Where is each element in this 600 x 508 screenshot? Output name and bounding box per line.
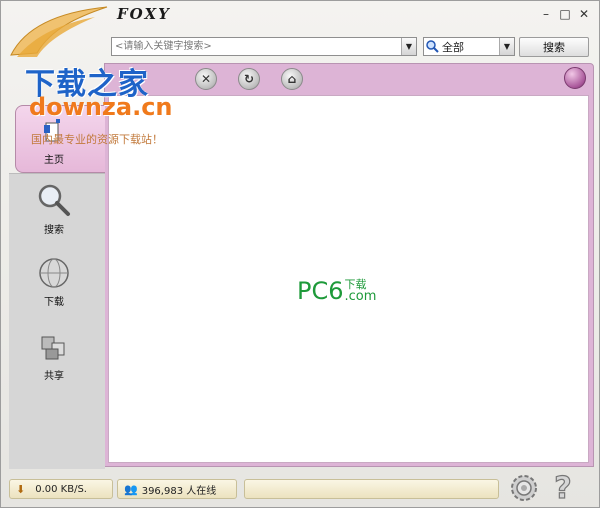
chevron-down-icon[interactable]: ▼ xyxy=(499,38,514,55)
search-scope-select[interactable]: 全部 ▼ xyxy=(423,37,515,56)
pc6-logo-main: PC6 xyxy=(297,277,344,305)
maximize-button[interactable]: □ xyxy=(558,7,572,21)
share-cubes-icon xyxy=(41,336,65,360)
globe-icon[interactable] xyxy=(564,67,586,89)
search-icon xyxy=(426,40,439,53)
download-speed-status: ⬇ 0.00 KB/S. xyxy=(9,479,113,499)
sidebar-item-label: 主页 xyxy=(44,155,64,166)
sidebar-item-home[interactable]: 主页 xyxy=(13,117,95,181)
sidebar-item-label: 搜索 xyxy=(44,225,64,236)
svg-text:?: ? xyxy=(554,471,571,503)
minimize-button[interactable]: – xyxy=(539,7,553,21)
online-users-value: 396,983 人在线 xyxy=(141,485,217,497)
close-button[interactable]: ✕ xyxy=(577,7,591,21)
download-speed-value: 0.00 KB/S. xyxy=(35,483,87,495)
settings-gear-icon[interactable] xyxy=(509,473,539,503)
sidebar-item-share[interactable]: 共享 xyxy=(13,331,95,395)
app-title: FOXY xyxy=(117,5,171,23)
chevron-down-icon: ▼ xyxy=(405,42,413,51)
search-input[interactable]: <请输入关键字搜索> xyxy=(111,37,417,56)
online-users-status: 👥 396,983 人在线 xyxy=(117,479,237,499)
download-globe-icon xyxy=(39,258,69,288)
watermark-slogan: 国内最专业的资源下载站！ xyxy=(31,133,163,146)
magnifier-icon xyxy=(38,184,70,216)
home-button[interactable]: ⌂ xyxy=(281,68,303,90)
app-window: FOXY – □ ✕ <请输入关键字搜索> ▼ 全部 ▼ 搜索 ✕ ↻ ⌂ 主页… xyxy=(0,0,600,508)
window-controls: – □ ✕ xyxy=(539,7,591,21)
arrow-down-icon: ⬇ xyxy=(16,482,26,496)
sidebar-item-label: 下载 xyxy=(44,297,64,308)
help-icon[interactable]: ? xyxy=(547,471,579,503)
refresh-button[interactable]: ↻ xyxy=(238,68,260,90)
pc6-logo: PC6 下载 .com xyxy=(297,279,376,303)
search-button[interactable]: 搜索 xyxy=(519,37,589,57)
refresh-icon: ↻ xyxy=(243,72,255,86)
stop-icon: ✕ xyxy=(200,72,212,86)
stop-button[interactable]: ✕ xyxy=(195,68,217,90)
users-icon: 👥 xyxy=(124,482,138,496)
watermark-domain: downza.cn xyxy=(29,93,173,121)
home-icon: ⌂ xyxy=(287,72,297,86)
sidebar-item-label: 共享 xyxy=(44,371,64,382)
sidebar: 主页 搜索 下载 共享 xyxy=(3,63,105,471)
search-scope-label: 全部 xyxy=(442,40,464,54)
sidebar-item-download[interactable]: 下载 xyxy=(13,257,95,321)
foxy-logo-icon xyxy=(10,6,108,57)
status-message xyxy=(244,479,499,499)
pc6-logo-bottom: .com xyxy=(344,289,377,304)
sidebar-item-search[interactable]: 搜索 xyxy=(13,183,95,247)
search-history-dropdown[interactable]: ▼ xyxy=(401,38,416,55)
